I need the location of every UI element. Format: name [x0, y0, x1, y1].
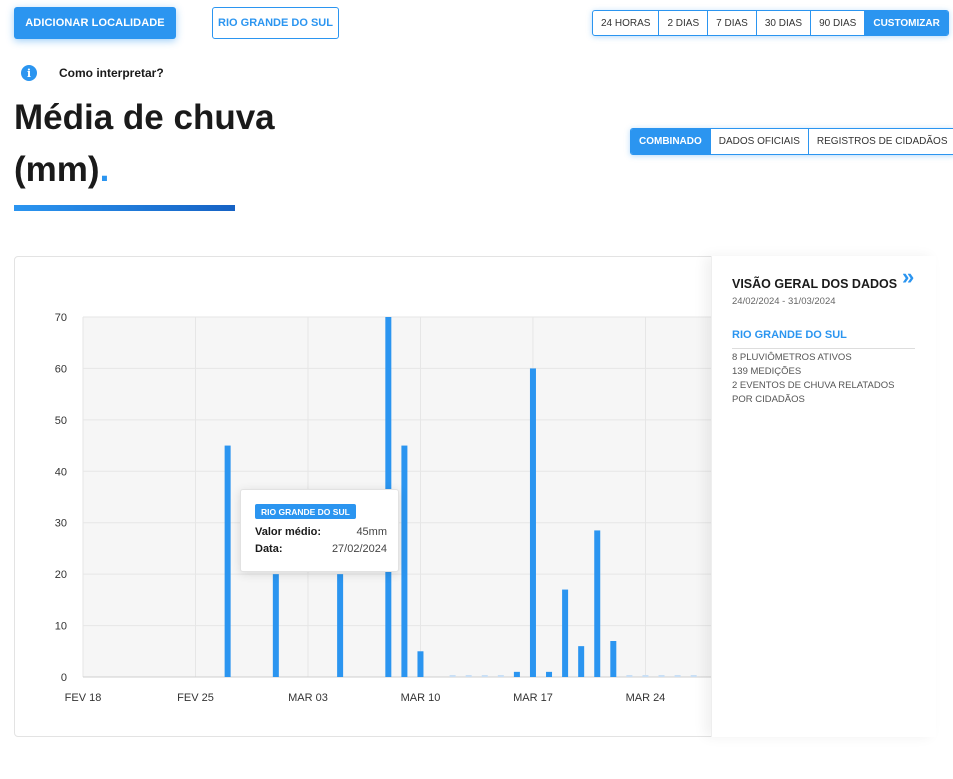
x-tick-label: FEV 25 — [177, 692, 214, 704]
bar[interactable] — [594, 530, 601, 677]
bar[interactable] — [546, 671, 553, 677]
region-button[interactable]: RIO GRANDE DO SUL — [212, 7, 339, 39]
overview-stats: 8 PLUVIÔMETROS ATIVOS 139 MEDIÇÕES 2 EVE… — [732, 351, 917, 407]
title-underline — [14, 205, 235, 211]
bar[interactable] — [465, 675, 472, 677]
overview-title: VISÃO GERAL DOS DADOS — [732, 277, 898, 291]
bar[interactable] — [610, 641, 617, 677]
bar[interactable] — [690, 675, 697, 677]
y-tick-label: 20 — [55, 569, 67, 581]
bar[interactable] — [658, 675, 665, 677]
overview-date-range: 24/02/2024 - 31/03/2024 — [732, 296, 836, 307]
y-tick-label: 10 — [55, 621, 67, 633]
stat-citizen-events: 2 EVENTOS DE CHUVA RELATADOS POR CIDADÃO… — [732, 380, 895, 405]
collapse-chevron-icon[interactable]: » — [902, 264, 914, 290]
plot-area — [83, 317, 715, 677]
bar[interactable] — [674, 675, 681, 677]
bar[interactable] — [513, 671, 520, 677]
bar[interactable] — [272, 574, 279, 677]
page-title-line1: Média de chuva — [14, 98, 275, 137]
y-tick-label: 50 — [55, 415, 67, 427]
range-option-2[interactable]: 7 DIAS — [708, 11, 757, 35]
overview-divider — [732, 348, 915, 349]
bar[interactable] — [642, 675, 649, 677]
bar[interactable] — [224, 445, 231, 677]
x-tick-label: FEV 18 — [65, 692, 102, 704]
bar[interactable] — [578, 646, 585, 677]
y-tick-label: 30 — [55, 518, 67, 530]
interpret-help[interactable]: i Como interpretar? — [21, 65, 164, 81]
page-title-dot: . — [99, 150, 110, 189]
bar[interactable] — [529, 368, 536, 677]
source-option-2[interactable]: REGISTROS DE CIDADÃOS — [809, 129, 953, 154]
range-option-0[interactable]: 24 HORAS — [593, 11, 660, 35]
info-icon: i — [21, 65, 37, 81]
data-source-selector: COMBINADO DADOS OFICIAIS REGISTROS DE CIDA… — [630, 128, 953, 155]
x-tick-label: MAR 10 — [401, 692, 441, 704]
page-title-line2: (mm). — [14, 144, 334, 196]
bar[interactable] — [497, 675, 504, 677]
range-option-3[interactable]: 30 DIAS — [757, 11, 812, 35]
y-tick-label: 40 — [55, 466, 67, 478]
tooltip-value: 45mm — [356, 526, 387, 538]
range-option-1[interactable]: 2 DIAS — [659, 11, 709, 35]
stat-active-gauges: 8 PLUVIÔMETROS ATIVOS — [732, 352, 852, 363]
x-tick-label: MAR 17 — [513, 692, 553, 704]
y-tick-label: 0 — [61, 672, 67, 684]
y-tick-label: 70 — [55, 312, 67, 324]
stat-measurements: 139 MEDIÇÕES — [732, 366, 802, 377]
tooltip-date-label: Data: — [255, 543, 283, 555]
tooltip-date-row: Data: 27/02/2024 — [255, 543, 387, 555]
overview-region: RIO GRANDE DO SUL — [732, 329, 847, 341]
interpret-help-label: Como interpretar? — [59, 66, 164, 80]
x-tick-label: MAR 24 — [626, 692, 666, 704]
time-range-selector: 24 HORAS 2 DIAS 7 DIAS 30 DIAS 90 DIAS CUSTOM… — [592, 10, 949, 36]
bar[interactable] — [401, 445, 408, 677]
tooltip-value-row: Valor médio: 45mm — [255, 526, 387, 538]
source-option-0[interactable]: COMBINADO — [631, 129, 711, 154]
bar[interactable] — [337, 574, 344, 677]
chart-tooltip: RIO GRANDE DO SUL Valor médio: 45mm Data… — [240, 489, 399, 572]
page-title: Média de chuva (mm). — [14, 92, 334, 196]
range-option-4[interactable]: 90 DIAS — [811, 11, 866, 35]
tooltip-value-label: Valor médio: — [255, 526, 322, 538]
add-location-button[interactable]: ADICIONAR LOCALIDADE — [14, 7, 176, 39]
x-tick-label: MAR 03 — [288, 692, 328, 704]
tooltip-region-badge: RIO GRANDE DO SUL — [255, 504, 356, 519]
range-option-5[interactable]: CUSTOMIZAR — [865, 11, 948, 35]
bar[interactable] — [449, 675, 456, 677]
bar[interactable] — [626, 675, 633, 677]
y-tick-label: 60 — [55, 363, 67, 375]
page-title-unit: (mm) — [14, 150, 100, 189]
bar[interactable] — [481, 675, 488, 677]
data-overview-panel: » VISÃO GERAL DOS DADOS 24/02/2024 - 31/… — [711, 256, 936, 737]
bar[interactable] — [417, 651, 424, 677]
bar[interactable] — [562, 589, 569, 677]
source-option-1[interactable]: DADOS OFICIAIS — [711, 129, 809, 154]
tooltip-date: 27/02/2024 — [331, 543, 387, 555]
